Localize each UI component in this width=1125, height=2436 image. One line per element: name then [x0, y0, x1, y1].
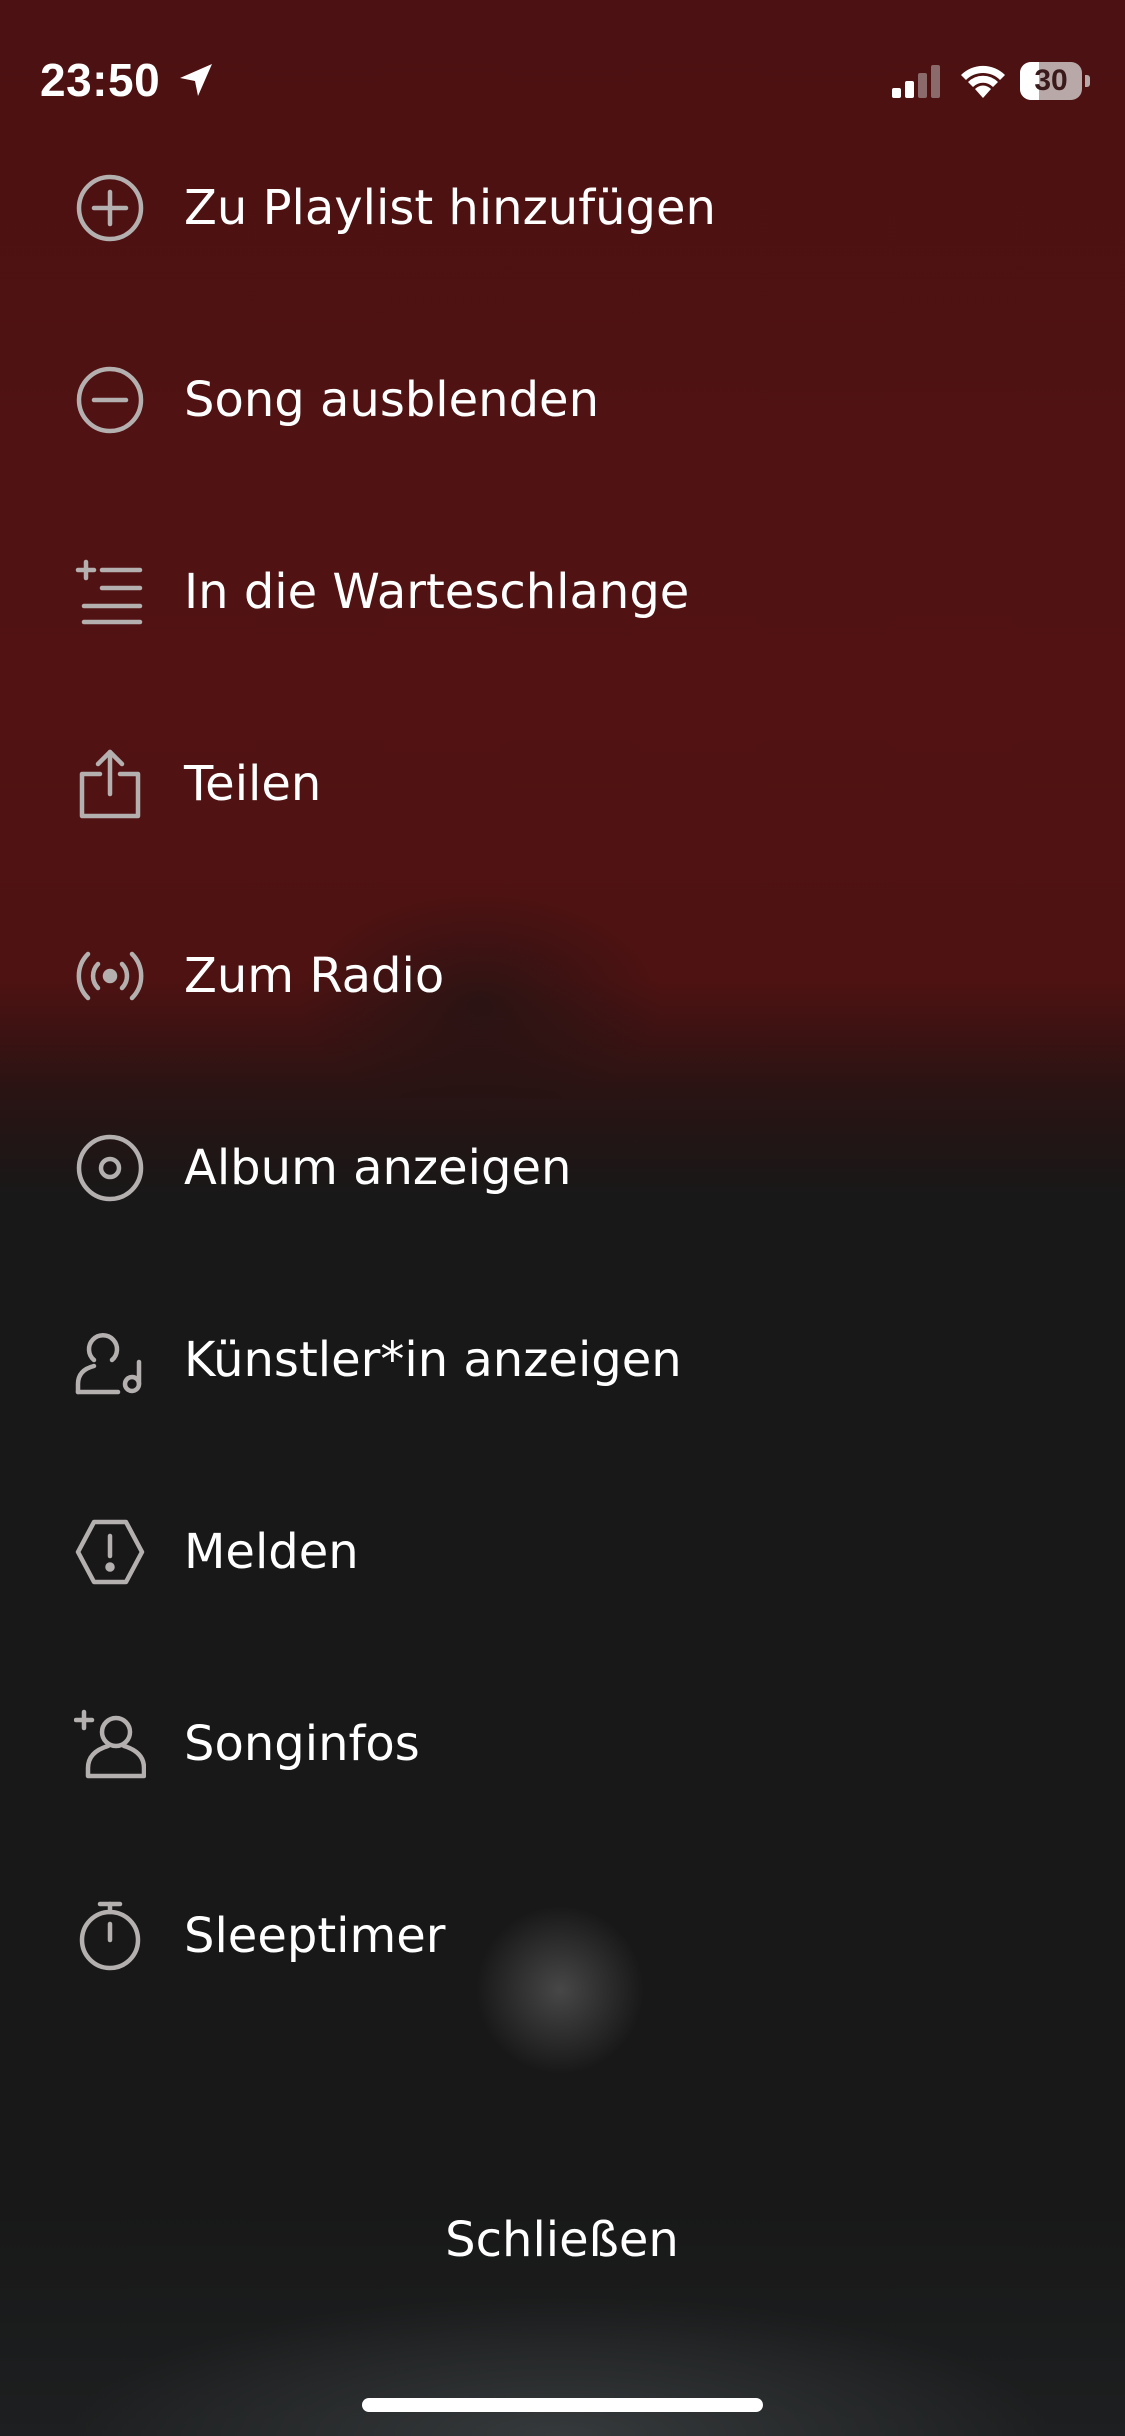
- radio-icon: [74, 940, 146, 1012]
- battery-indicator: 30: [1020, 62, 1090, 100]
- report-icon: [74, 1516, 146, 1588]
- menu-item-label: Zu Playlist hinzufügen: [184, 180, 716, 236]
- battery-level: 30: [1034, 64, 1068, 97]
- menu-item-view-album[interactable]: Album anzeigen: [0, 1070, 1125, 1262]
- song-context-menu: Zu Playlist hinzufügen Song ausblenden I…: [0, 110, 1125, 2030]
- artist-icon: [74, 1324, 146, 1396]
- menu-item-song-credits[interactable]: Songinfos: [0, 1646, 1125, 1838]
- menu-item-sleep-timer[interactable]: Sleeptimer: [0, 1838, 1125, 2030]
- menu-item-view-artist[interactable]: Künstler*in anzeigen: [0, 1262, 1125, 1454]
- menu-item-label: Zum Radio: [184, 948, 445, 1004]
- share-icon: [74, 748, 146, 820]
- battery-body: 30: [1020, 62, 1082, 100]
- menu-item-report[interactable]: Melden: [0, 1454, 1125, 1646]
- minus-circle-icon: [74, 364, 146, 436]
- menu-item-go-to-radio[interactable]: Zum Radio: [0, 878, 1125, 1070]
- album-icon: [74, 1132, 146, 1204]
- wifi-icon: [961, 65, 1005, 98]
- menu-item-hide-song[interactable]: Song ausblenden: [0, 302, 1125, 494]
- song-credits-icon: [74, 1708, 146, 1780]
- timer-icon: [74, 1900, 146, 1972]
- menu-item-label: Teilen: [184, 756, 322, 812]
- home-indicator[interactable]: [362, 2398, 763, 2412]
- close-button[interactable]: Schließen: [362, 2200, 762, 2280]
- menu-item-label: In die Warteschlange: [184, 564, 690, 620]
- menu-item-label: Künstler*in anzeigen: [184, 1332, 682, 1388]
- menu-item-label: Sleeptimer: [184, 1908, 446, 1964]
- menu-item-add-to-playlist[interactable]: Zu Playlist hinzufügen: [0, 110, 1125, 302]
- plus-circle-icon: [74, 172, 146, 244]
- cellular-signal-icon: [892, 65, 940, 98]
- menu-item-label: Album anzeigen: [184, 1140, 572, 1196]
- location-arrow-icon: [180, 64, 212, 96]
- battery-tip: [1085, 75, 1090, 87]
- menu-item-label: Songinfos: [184, 1716, 420, 1772]
- menu-item-label: Song ausblenden: [184, 372, 600, 428]
- menu-item-label: Melden: [184, 1524, 359, 1580]
- add-to-queue-icon: [74, 556, 146, 628]
- status-time: 23:50: [40, 54, 161, 106]
- menu-item-add-to-queue[interactable]: In die Warteschlange: [0, 494, 1125, 686]
- menu-item-share[interactable]: Teilen: [0, 686, 1125, 878]
